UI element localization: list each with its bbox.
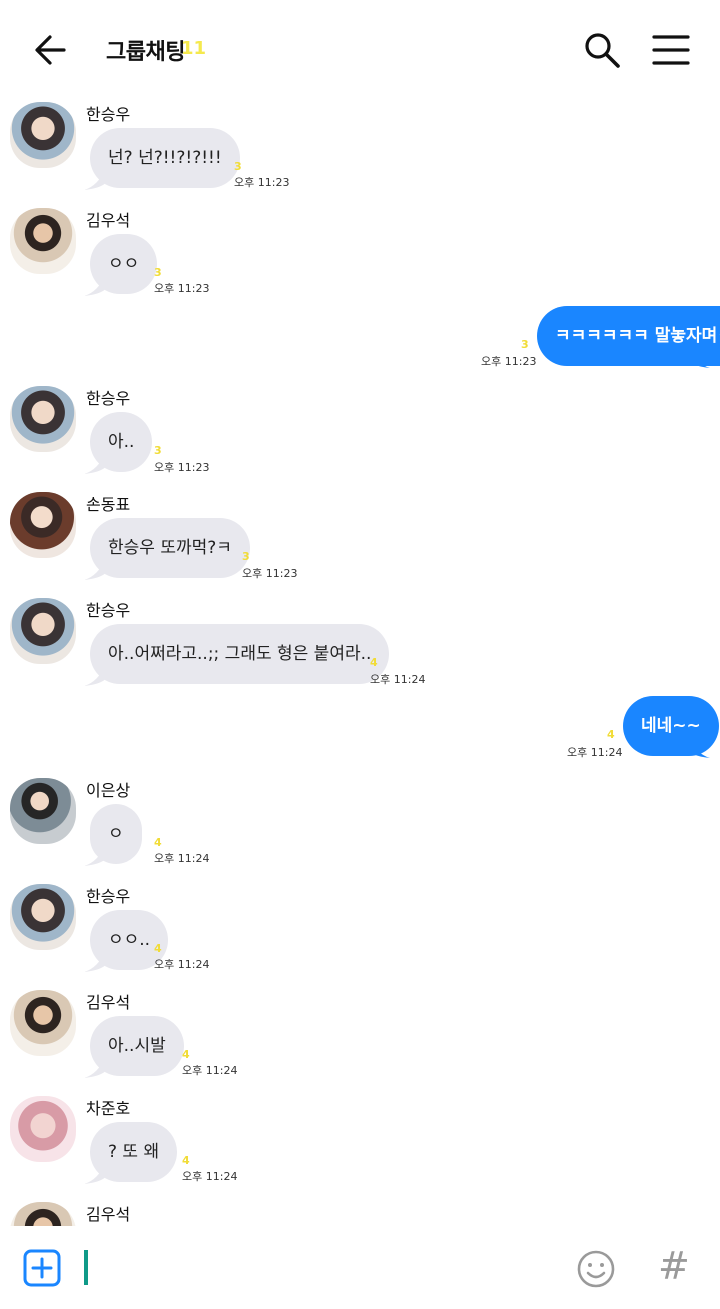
message-time: 오후 11:23 bbox=[242, 567, 298, 580]
message-bubble[interactable]: 아..어쩌라고..;; 그래도 형은 붙여라.. bbox=[90, 624, 390, 684]
avatar[interactable] bbox=[10, 492, 76, 558]
sender-name: 차준호 bbox=[86, 1099, 131, 1118]
message-bubble[interactable]: ? 또 왜 bbox=[90, 1122, 178, 1182]
sender-name: 한승우 bbox=[86, 105, 131, 124]
unread-count: 3 bbox=[521, 338, 529, 351]
message-bubble[interactable]: 넌? 넌?!!?!?!!! bbox=[90, 128, 240, 188]
hashtag-icon[interactable]: # bbox=[658, 1244, 690, 1288]
sender-name: 김우석 bbox=[86, 1205, 131, 1224]
message-time: 오후 11:24 bbox=[182, 1170, 238, 1183]
smiley-icon[interactable] bbox=[576, 1249, 616, 1289]
avatar[interactable] bbox=[10, 990, 76, 1056]
bubble-tail bbox=[686, 346, 710, 368]
sender-name: 김우석 bbox=[86, 993, 131, 1012]
bubble-tail bbox=[686, 736, 710, 758]
message-input[interactable] bbox=[96, 1246, 560, 1292]
chat-title: 그룹채팅 bbox=[106, 40, 185, 65]
avatar[interactable] bbox=[10, 1096, 76, 1162]
message-time: 오후 11:23 bbox=[481, 355, 537, 368]
unread-count: 3 bbox=[154, 444, 162, 457]
message-bubble[interactable]: ㅇ bbox=[90, 804, 142, 864]
arrow-left-icon[interactable] bbox=[30, 30, 70, 70]
search-icon[interactable] bbox=[582, 30, 622, 70]
avatar[interactable] bbox=[10, 598, 76, 664]
message-time: 오후 11:24 bbox=[370, 673, 426, 686]
message-time: 오후 11:24 bbox=[154, 958, 210, 971]
message-bubble[interactable]: 아.. bbox=[90, 412, 153, 472]
avatar[interactable] bbox=[10, 208, 76, 274]
unread-count: 4 bbox=[370, 656, 378, 669]
member-count: 11 bbox=[181, 38, 207, 59]
sender-name: 이은상 bbox=[86, 781, 131, 800]
unread-count: 4 bbox=[607, 728, 615, 741]
message-time: 오후 11:23 bbox=[154, 461, 210, 474]
avatar[interactable] bbox=[10, 1202, 76, 1226]
unread-count: 4 bbox=[182, 1048, 190, 1061]
unread-count: 4 bbox=[182, 1154, 190, 1167]
message-time: 오후 11:24 bbox=[154, 852, 210, 865]
unread-count: 3 bbox=[242, 550, 250, 563]
message-bubble[interactable]: 아..시발 bbox=[90, 1016, 184, 1076]
message-bubble[interactable]: 한승우 또까먹?ㅋ bbox=[90, 518, 250, 578]
sender-name: 손동표 bbox=[86, 495, 131, 514]
plus-box-icon[interactable] bbox=[23, 1249, 61, 1287]
hamburger-menu-icon[interactable] bbox=[652, 32, 690, 68]
message-bubble[interactable]: ㅇㅇ bbox=[90, 234, 158, 294]
avatar[interactable] bbox=[10, 884, 76, 950]
text-cursor bbox=[84, 1250, 88, 1285]
message-list[interactable]: 한승우 넌? 넌?!!?!?!!! 3 오후 11:23 김우석 ㅇㅇ 3 오후… bbox=[0, 98, 720, 1226]
sender-name: 한승우 bbox=[86, 389, 131, 408]
avatar[interactable] bbox=[10, 386, 76, 452]
input-bar: # bbox=[0, 1226, 720, 1309]
unread-count: 3 bbox=[154, 266, 162, 279]
unread-count: 3 bbox=[234, 160, 242, 173]
unread-count: 4 bbox=[154, 836, 162, 849]
message-time: 오후 11:24 bbox=[567, 746, 623, 759]
avatar[interactable] bbox=[10, 102, 76, 168]
avatar[interactable] bbox=[10, 778, 76, 844]
chat-header: 그룹채팅 11 bbox=[0, 0, 720, 98]
sender-name: 한승우 bbox=[86, 601, 131, 620]
sender-name: 김우석 bbox=[86, 211, 131, 230]
unread-count: 4 bbox=[154, 942, 162, 955]
message-time: 오후 11:23 bbox=[234, 176, 290, 189]
message-time: 오후 11:24 bbox=[182, 1064, 238, 1077]
sender-name: 한승우 bbox=[86, 887, 131, 906]
message-time: 오후 11:23 bbox=[154, 282, 210, 295]
